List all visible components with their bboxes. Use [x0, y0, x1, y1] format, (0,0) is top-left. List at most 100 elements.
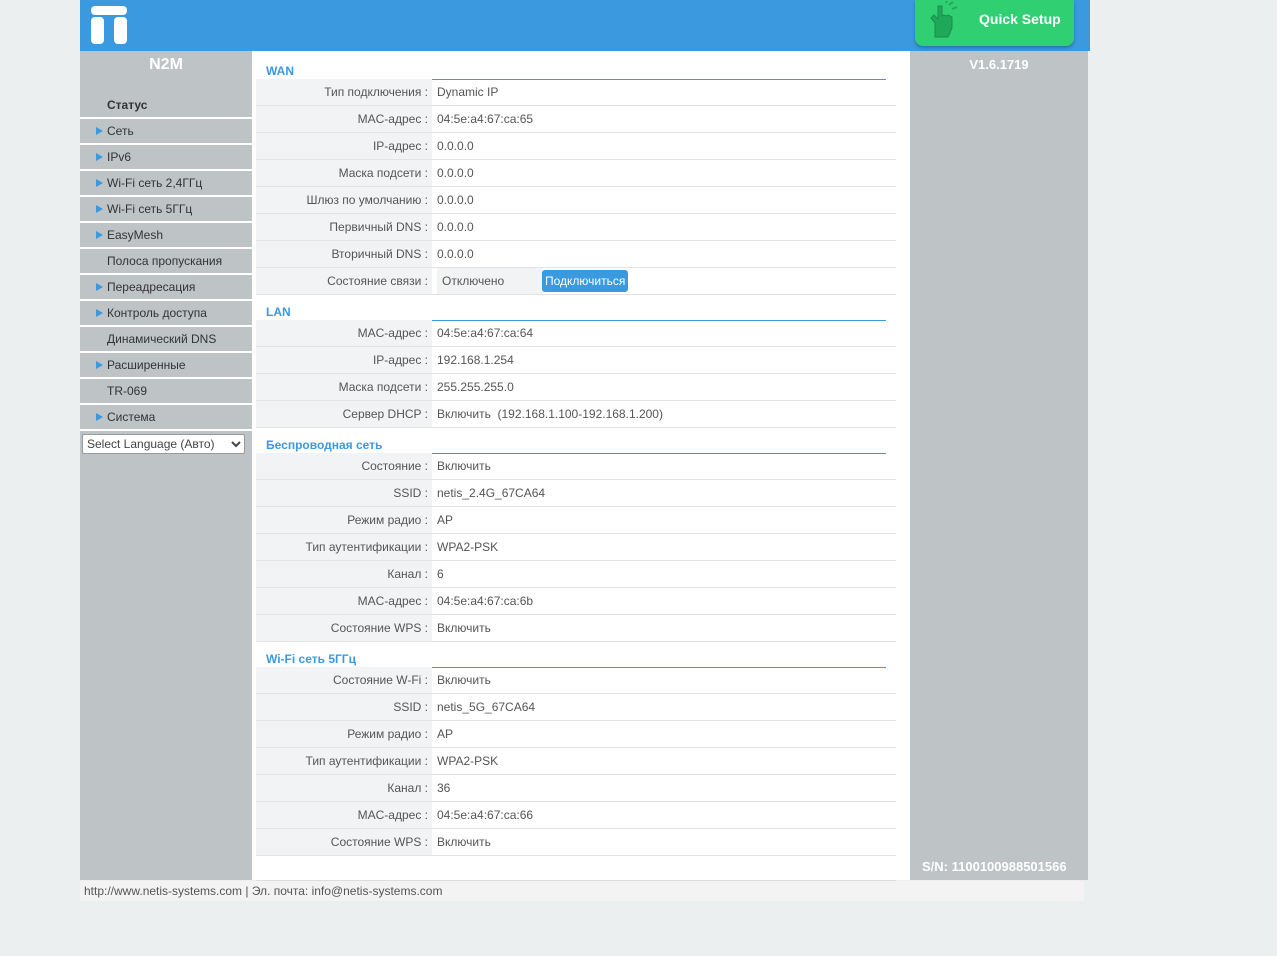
sidebar-item-label: Контроль доступа	[107, 306, 207, 320]
field-label: MAC-адрес :	[256, 802, 432, 828]
wifi5-wps-value: Включить	[437, 835, 491, 849]
field-label: MAC-адрес :	[256, 106, 432, 132]
wifi5-mac-value: 04:5e:a4:67:ca:66	[437, 808, 534, 822]
triangle-right-icon	[96, 413, 103, 421]
field-label: Режим радио :	[256, 721, 432, 747]
field-label: SSID :	[256, 480, 432, 506]
netis-logo-icon	[91, 6, 127, 44]
sidebar-item-label: TR-069	[107, 384, 148, 398]
hand-pointer-icon	[930, 1, 958, 38]
wan-mask-row: Маска подсети : 0.0.0.0	[256, 160, 896, 187]
lan-ip-row: IP-адрес : 192.168.1.254	[256, 347, 896, 374]
sidebar-item-advanced[interactable]: Расширенные	[80, 353, 252, 379]
sidebar-item-label: IPv6	[107, 150, 132, 164]
sidebar-item-label: Динамический DNS	[107, 332, 217, 346]
field-label: Тип аутентификации :	[256, 534, 432, 560]
wireless-auth-row: Тип аутентификации : WPA2-PSK	[256, 534, 896, 561]
triangle-right-icon	[96, 283, 103, 291]
wireless-wps-row: Состояние WPS : Включить	[256, 615, 896, 642]
sidebar-item-bandwidth[interactable]: Полоса пропускания	[80, 249, 252, 275]
sidebar-item-label: EasyMesh	[107, 228, 164, 242]
wifi5-channel-value: 36	[437, 781, 451, 795]
wireless-wps-value: Включить	[437, 621, 491, 635]
wireless-ssid-value: netis_2.4G_67CA64	[437, 486, 546, 500]
sidebar-item-system[interactable]: Система	[80, 405, 252, 431]
sidebar-item-tr069[interactable]: TR-069	[80, 379, 252, 405]
field-label: Режим радио :	[256, 507, 432, 533]
sidebar-item-label: Статус	[107, 98, 148, 112]
sidebar-item-ipv6[interactable]: IPv6	[80, 145, 252, 171]
wireless-mode-value: AP	[437, 513, 454, 527]
footer-text: http://www.netis-systems.com | Эл. почта…	[84, 884, 443, 898]
sidebar-item-wifi-5[interactable]: Wi-Fi сеть 5ГГц	[80, 197, 252, 223]
wifi5-state-row: Состояние W-Fi : Включить	[256, 667, 896, 694]
wan-dns2-row: Вторичный DNS : 0.0.0.0	[256, 241, 896, 268]
field-label: Вторичный DNS :	[256, 241, 432, 267]
wan-link-row: Состояние связи : Отключено Подключиться	[256, 268, 896, 295]
lan-mac-value: 04:5e:a4:67:ca:64	[437, 326, 534, 340]
wireless-ssid-row: SSID : netis_2.4G_67CA64	[256, 480, 896, 507]
lan-ip-value: 192.168.1.254	[437, 353, 514, 367]
wireless-state-row: Состояние : Включить	[256, 453, 896, 480]
lan-dhcp-value: Включить (192.168.1.100-192.168.1.200)	[437, 407, 663, 421]
wan-ip-value: 0.0.0.0	[437, 139, 474, 153]
quick-setup-button[interactable]: Quick Setup	[915, 0, 1074, 46]
field-label: IP-адрес :	[256, 133, 432, 159]
wireless-state-value: Включить	[437, 459, 491, 473]
language-select[interactable]: Select Language (Авто)	[82, 434, 245, 454]
field-label: Состояние :	[256, 453, 432, 479]
wan-ip-row: IP-адрес : 0.0.0.0	[256, 133, 896, 160]
field-label: Канал :	[256, 775, 432, 801]
sidebar-item-label: Переадресация	[107, 280, 196, 294]
wifi5-auth-row: Тип аутентификации : WPA2-PSK	[256, 748, 896, 775]
triangle-right-icon	[96, 179, 103, 187]
field-label: Канал :	[256, 561, 432, 587]
info-sidebar: V1.6.1719 S/N: 1100100988501566	[910, 51, 1088, 880]
field-label: Сервер DHCP :	[256, 401, 432, 427]
sidebar-item-label: Wi-Fi сеть 5ГГц	[107, 202, 193, 216]
sidebar-item-label: Расширенные	[107, 358, 186, 372]
sidebar-item-forwarding[interactable]: Переадресация	[80, 275, 252, 301]
sidebar-item-ddns[interactable]: Динамический DNS	[80, 327, 252, 353]
wireless-mac-row: MAC-адрес : 04:5e:a4:67:ca:6b	[256, 588, 896, 615]
field-label: SSID :	[256, 694, 432, 720]
field-label: Состояние WPS :	[256, 615, 432, 641]
sidebar-item-network[interactable]: Сеть	[80, 119, 252, 145]
field-label: Состояние WPS :	[256, 829, 432, 855]
sidebar-menu: Статус Сеть IPv6 Wi-Fi сеть 2,4ГГц Wi-Fi…	[80, 93, 252, 431]
firmware-version: V1.6.1719	[969, 57, 1029, 72]
triangle-right-icon	[96, 127, 103, 135]
field-label: Маска подсети :	[256, 160, 432, 186]
wifi5-ssid-value: netis_5G_67CA64	[437, 700, 536, 714]
connect-button[interactable]: Подключиться	[542, 270, 629, 292]
field-label: Тип подключения :	[256, 79, 432, 105]
sidebar-item-wifi-24[interactable]: Wi-Fi сеть 2,4ГГц	[80, 171, 252, 197]
wifi5-state-value: Включить	[437, 673, 491, 687]
wifi5-mode-row: Режим радио : AP	[256, 721, 896, 748]
serial-number: S/N: 1100100988501566	[922, 859, 1067, 874]
wireless-channel-row: Канал : 6	[256, 561, 896, 588]
lan-dhcp-row: Сервер DHCP : Включить (192.168.1.100-19…	[256, 401, 896, 428]
wireless-mode-row: Режим радио : AP	[256, 507, 896, 534]
sidebar-item-easymesh[interactable]: EasyMesh	[80, 223, 252, 249]
sidebar-item-label: Система	[107, 410, 156, 424]
sidebar-item-status[interactable]: Статус	[80, 93, 252, 119]
wifi5-mode-value: AP	[437, 727, 454, 741]
wan-dns1-value: 0.0.0.0	[437, 220, 474, 234]
triangle-right-icon	[96, 205, 103, 213]
sidebar-item-label: Wi-Fi сеть 2,4ГГц	[107, 176, 203, 190]
footer: http://www.netis-systems.com | Эл. почта…	[80, 881, 1084, 901]
sidebar-item-label: Сеть	[107, 124, 134, 138]
header-bar: Quick Setup	[80, 0, 1090, 51]
field-label: Первичный DNS :	[256, 214, 432, 240]
wifi5-channel-row: Канал : 36	[256, 775, 896, 802]
wifi5-ssid-row: SSID : netis_5G_67CA64	[256, 694, 896, 721]
quick-setup-label: Quick Setup	[979, 11, 1061, 27]
field-label: IP-адрес :	[256, 347, 432, 373]
sidebar: N2M Статус Сеть IPv6 Wi-Fi сеть 2,4ГГц W…	[80, 51, 252, 880]
sidebar-item-access-control[interactable]: Контроль доступа	[80, 301, 252, 327]
triangle-right-icon	[96, 361, 103, 369]
wan-connection-type-row: Тип подключения : Dynamic IP	[256, 79, 896, 106]
wan-link-status: Отключено	[437, 268, 543, 294]
wan-gateway-row: Шлюз по умолчанию : 0.0.0.0	[256, 187, 896, 214]
